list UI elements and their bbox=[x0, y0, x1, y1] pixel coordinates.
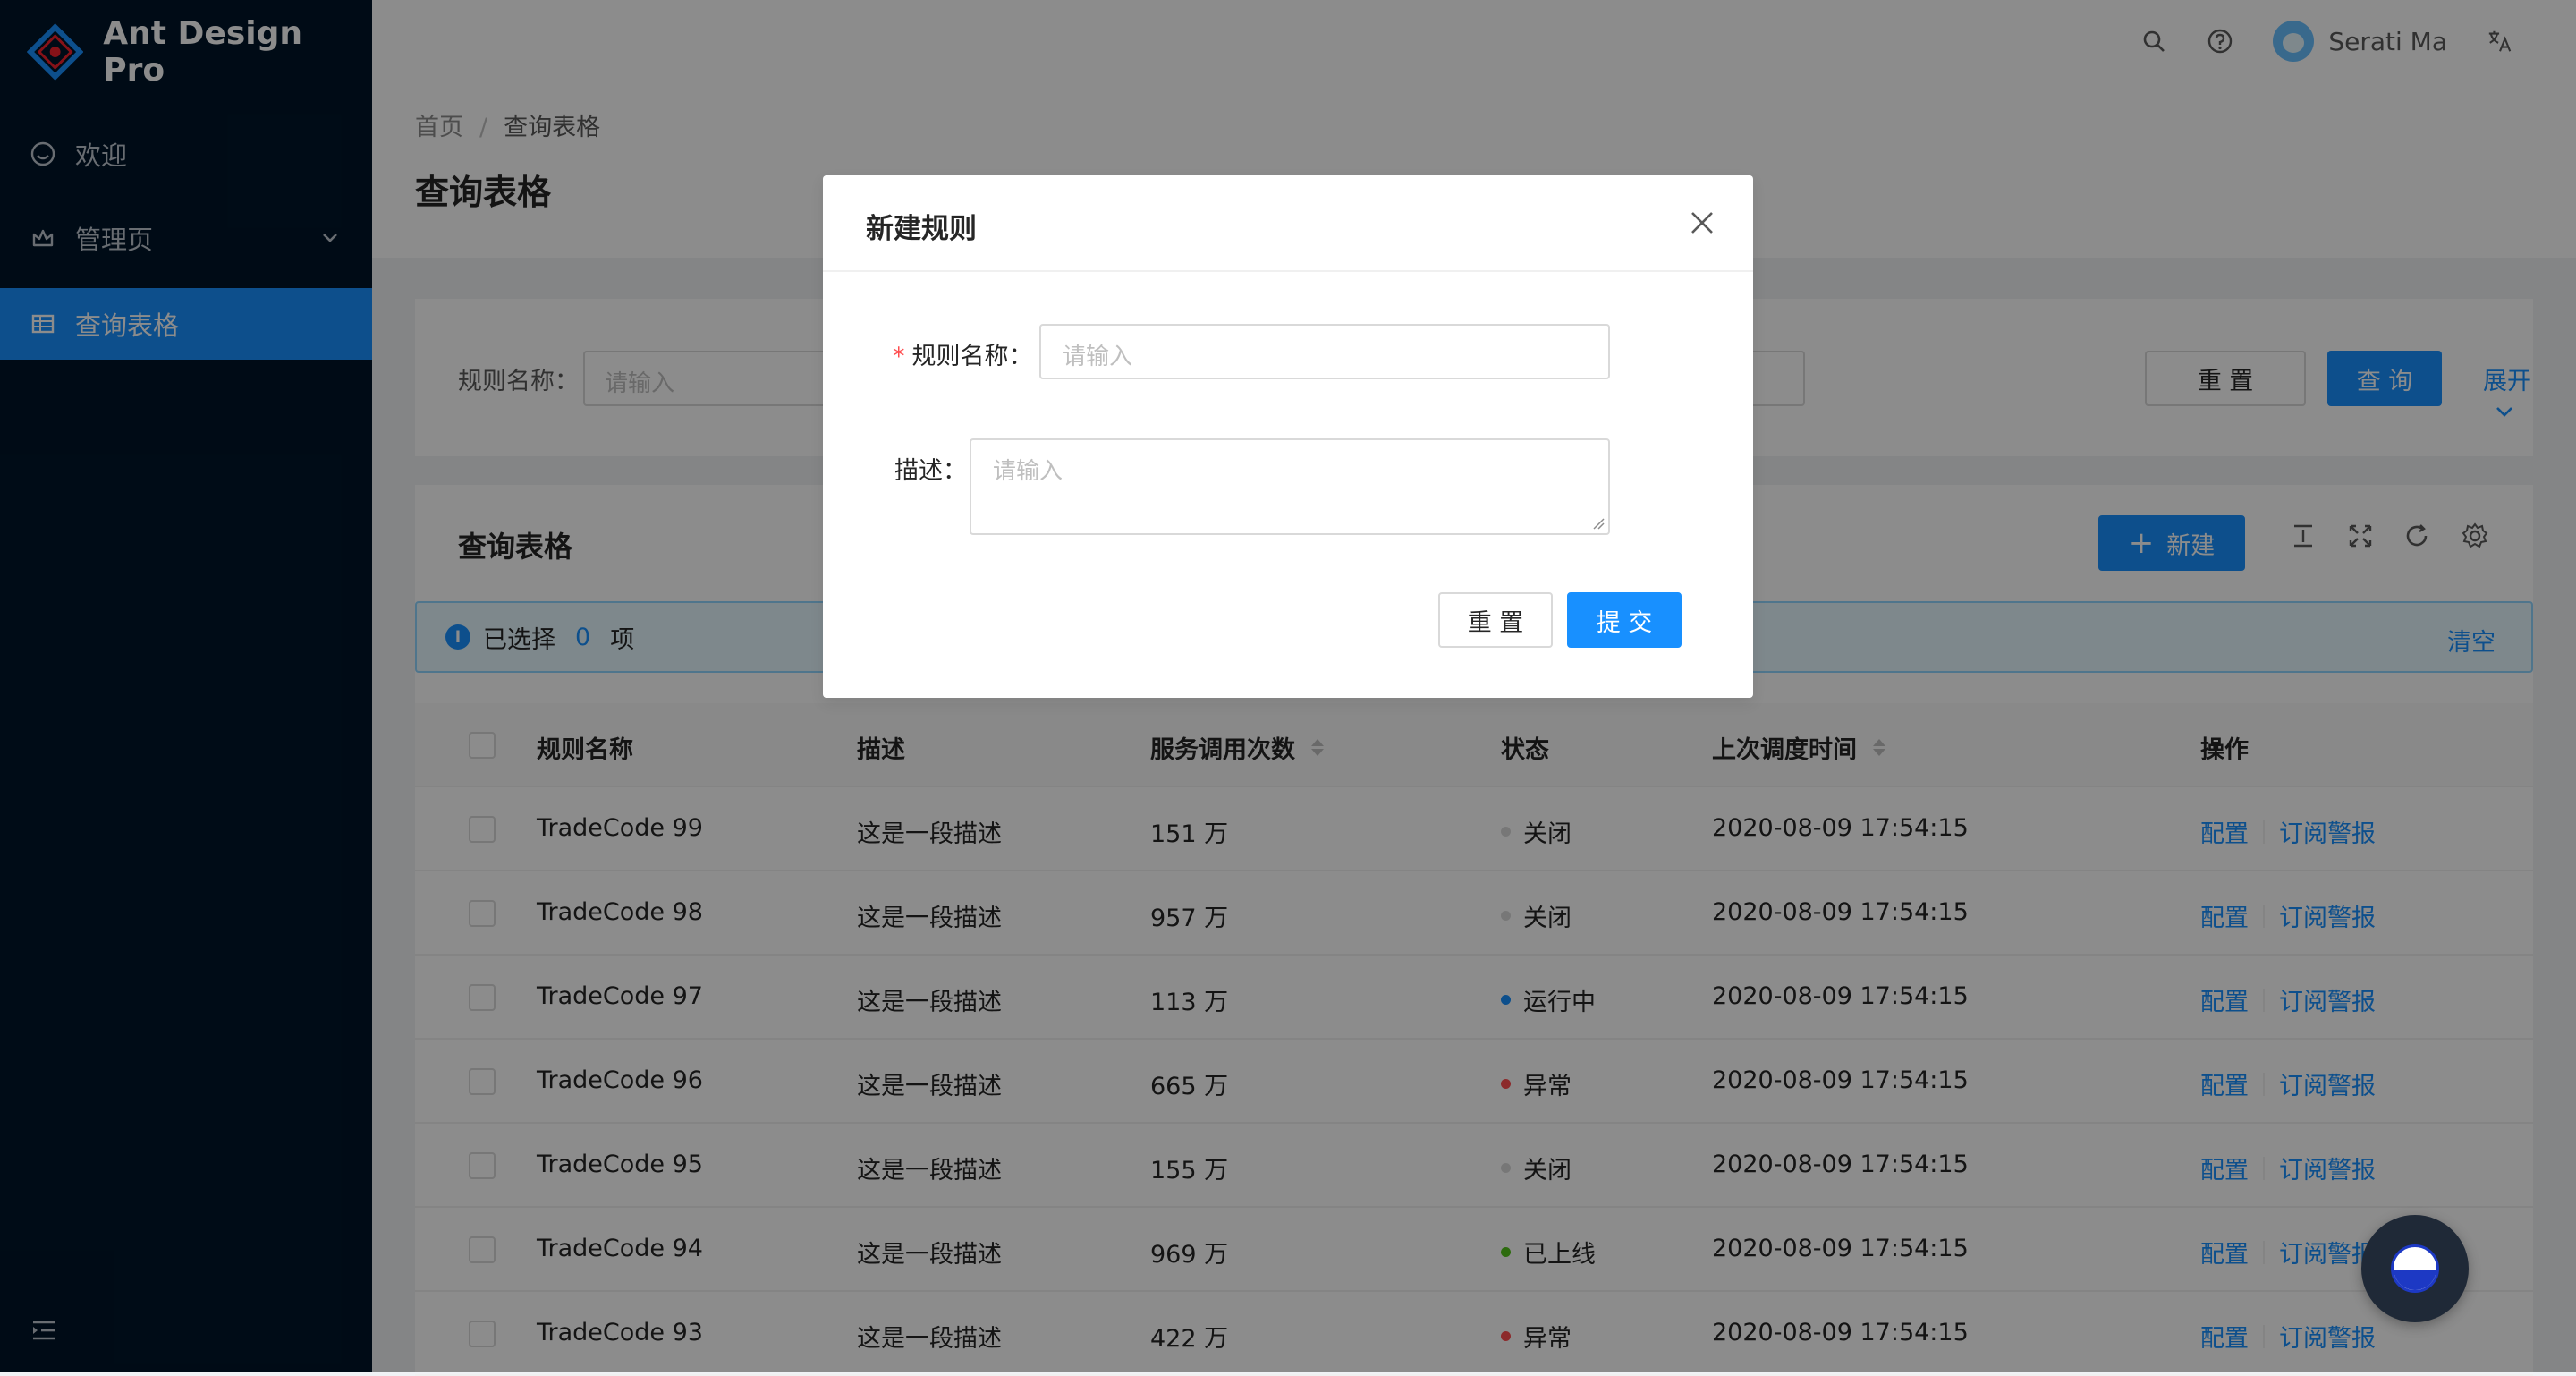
rule-name-field-label: * 规则名称： bbox=[893, 336, 1033, 371]
assistant-icon bbox=[2391, 1244, 2439, 1293]
required-mark: * bbox=[893, 343, 905, 370]
description-textarea[interactable]: 请输入 bbox=[970, 438, 1610, 535]
new-rule-modal: 新建规则 * 规则名称： 请输入 描述： 请输入 重 置 提 交 bbox=[823, 175, 1753, 698]
close-icon[interactable] bbox=[1687, 208, 1717, 238]
rule-name-input[interactable]: 请输入 bbox=[1039, 324, 1610, 379]
description-placeholder: 请输入 bbox=[993, 458, 1063, 485]
rule-name-label-text: 规则名称： bbox=[911, 343, 1033, 370]
modal-reset-button[interactable]: 重 置 bbox=[1438, 592, 1553, 648]
modal-header: 新建规则 bbox=[823, 175, 1753, 272]
description-field-label: 描述： bbox=[894, 457, 967, 485]
resize-handle-icon[interactable] bbox=[1590, 515, 1605, 530]
floating-assistant-button[interactable] bbox=[2361, 1215, 2469, 1322]
modal-title: 新建规则 bbox=[866, 213, 977, 245]
modal-submit-button[interactable]: 提 交 bbox=[1567, 592, 1682, 648]
